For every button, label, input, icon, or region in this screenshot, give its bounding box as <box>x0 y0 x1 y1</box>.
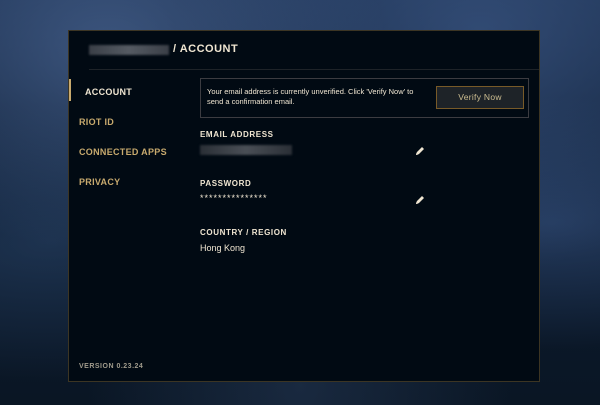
redacted-username <box>89 45 169 55</box>
password-label: PASSWORD <box>200 179 252 188</box>
panel-header: / ACCOUNT <box>69 31 539 70</box>
redacted-email-value <box>200 145 292 155</box>
edit-email-icon[interactable] <box>415 146 425 156</box>
version-label: VERSION 0.23.24 <box>79 363 144 370</box>
verify-now-button[interactable]: Verify Now <box>436 86 524 109</box>
settings-panel: / ACCOUNT ACCOUNT RIOT ID CONNECTED APPS… <box>68 30 540 382</box>
header-divider <box>89 69 539 70</box>
edit-password-icon[interactable] <box>415 195 425 205</box>
page-title: / ACCOUNT <box>173 43 239 55</box>
password-value: *************** <box>200 193 268 203</box>
active-nav-indicator <box>69 79 71 101</box>
country-value: Hong Kong <box>200 243 246 253</box>
nav-item-privacy[interactable]: PRIVACY <box>79 177 120 187</box>
unverified-email-notice: Your email address is currently unverifi… <box>200 78 529 118</box>
nav-item-riot-id[interactable]: RIOT ID <box>79 117 114 127</box>
email-label: EMAIL ADDRESS <box>200 130 274 139</box>
nav-item-connected-apps[interactable]: CONNECTED APPS <box>79 147 167 157</box>
country-label: COUNTRY / REGION <box>200 228 287 237</box>
notice-message: Your email address is currently unverifi… <box>207 87 414 106</box>
nav-item-account[interactable]: ACCOUNT <box>85 87 132 97</box>
